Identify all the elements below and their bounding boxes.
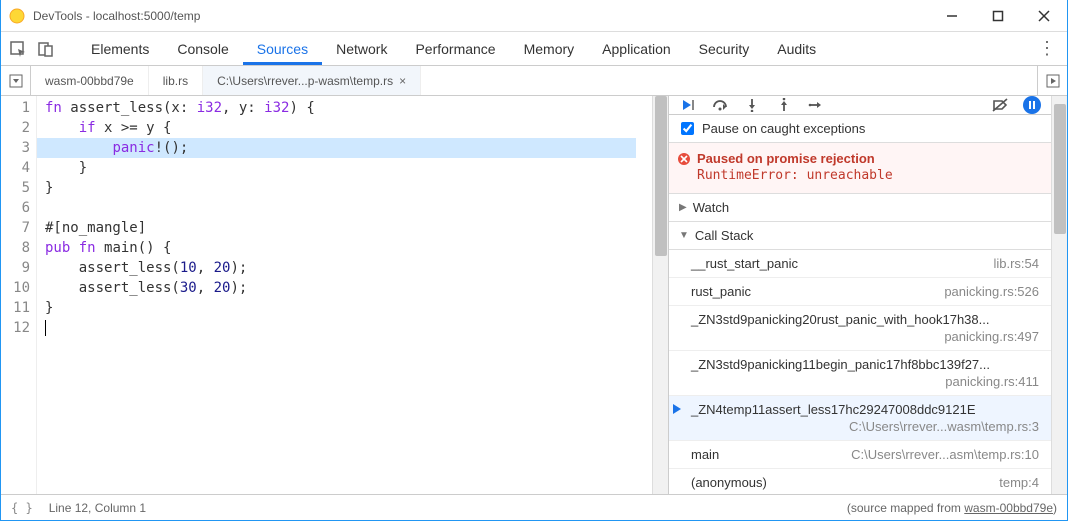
code-editor[interactable]: 123456789101112 fn assert_less(x: i32, y… bbox=[1, 96, 669, 494]
source-map-info: (source mapped from wasm-00bbd79e) bbox=[847, 501, 1057, 515]
device-toolbar-icon[interactable] bbox=[35, 38, 57, 60]
stack-frame[interactable]: _ZN3std9panicking11begin_panic17hf8bbc13… bbox=[669, 351, 1051, 396]
code-line bbox=[45, 198, 644, 218]
pause-reason-box: Paused on promise rejection RuntimeError… bbox=[669, 143, 1051, 194]
stack-frame[interactable]: __rust_start_panic lib.rs:54 bbox=[669, 250, 1051, 278]
callstack-label: Call Stack bbox=[695, 228, 754, 243]
close-button[interactable] bbox=[1021, 0, 1067, 32]
panel-scrollbar-thumb[interactable] bbox=[1054, 104, 1066, 234]
editor-scrollbar[interactable] bbox=[652, 96, 668, 494]
file-tab[interactable]: lib.rs bbox=[149, 66, 203, 95]
show-navigator-icon[interactable] bbox=[1, 66, 31, 95]
code-line: panic!(); bbox=[37, 138, 636, 158]
pause-caught-row[interactable]: Pause on caught exceptions bbox=[669, 115, 1051, 143]
callstack-list: __rust_start_paniclib.rs:54rust_panicpan… bbox=[669, 250, 1051, 494]
stack-frame-function: (anonymous) bbox=[691, 475, 767, 490]
watch-section-header[interactable]: ▶ Watch bbox=[669, 194, 1051, 222]
tab-sources[interactable]: Sources bbox=[243, 33, 322, 65]
pause-reason-subtitle: RuntimeError: unreachable bbox=[697, 168, 1039, 183]
step-icon[interactable] bbox=[807, 96, 825, 114]
cursor-position: Line 12, Column 1 bbox=[49, 501, 146, 515]
tab-network[interactable]: Network bbox=[322, 33, 401, 65]
show-debugger-icon[interactable] bbox=[1037, 66, 1067, 95]
source-map-link[interactable]: wasm-00bbd79e bbox=[964, 501, 1053, 515]
file-tab[interactable]: C:\Users\rrever...p-wasm\temp.rs × bbox=[203, 66, 421, 95]
workarea: 123456789101112 fn assert_less(x: i32, y… bbox=[1, 96, 1067, 494]
code-content[interactable]: fn assert_less(x: i32, y: i32) { if x >=… bbox=[37, 96, 652, 494]
line-gutter: 123456789101112 bbox=[1, 96, 37, 494]
file-tab[interactable]: wasm-00bbd79e bbox=[31, 66, 149, 95]
stack-frame[interactable]: rust_panic panicking.rs:526 bbox=[669, 278, 1051, 306]
stack-frame[interactable]: main C:\Users\rrever...asm\temp.rs:10 bbox=[669, 441, 1051, 469]
tab-console[interactable]: Console bbox=[163, 33, 242, 65]
code-line: } bbox=[45, 158, 644, 178]
code-line: } bbox=[45, 298, 644, 318]
pretty-print-icon[interactable]: { } bbox=[11, 501, 33, 515]
deactivate-breakpoints-icon[interactable] bbox=[991, 96, 1009, 114]
stack-frame-function: __rust_start_panic bbox=[691, 256, 798, 271]
window-title: DevTools - localhost:5000/temp bbox=[33, 9, 929, 23]
code-line bbox=[45, 318, 644, 338]
stack-frame-location: temp:4 bbox=[999, 475, 1039, 490]
minimize-button[interactable] bbox=[929, 0, 975, 32]
chevron-down-icon: ▼ bbox=[679, 230, 689, 241]
debugger-toolbar bbox=[669, 96, 1051, 115]
editor-scrollbar-thumb[interactable] bbox=[655, 96, 667, 256]
titlebar: DevTools - localhost:5000/temp bbox=[1, 0, 1067, 32]
stack-frame-location: panicking.rs:526 bbox=[944, 284, 1039, 299]
panel-scrollbar[interactable] bbox=[1051, 96, 1067, 494]
code-line: } bbox=[45, 178, 644, 198]
code-line: fn assert_less(x: i32, y: i32) { bbox=[45, 98, 644, 118]
tab-security[interactable]: Security bbox=[685, 33, 764, 65]
stack-frame-location: lib.rs:54 bbox=[993, 256, 1039, 271]
close-icon[interactable]: × bbox=[399, 74, 406, 88]
code-line: pub fn main() { bbox=[45, 238, 644, 258]
pause-exceptions-icon[interactable] bbox=[1023, 96, 1041, 114]
pause-reason-title: Paused on promise rejection bbox=[697, 151, 1039, 166]
stack-frame[interactable]: (anonymous) temp:4 bbox=[669, 469, 1051, 494]
resume-icon[interactable] bbox=[679, 96, 697, 114]
code-line: #[no_mangle] bbox=[45, 218, 644, 238]
tab-memory[interactable]: Memory bbox=[510, 33, 589, 65]
devtools-icon bbox=[9, 8, 25, 24]
tab-performance[interactable]: Performance bbox=[401, 33, 509, 65]
watch-label: Watch bbox=[693, 200, 729, 215]
stack-frame-function: _ZN3std9panicking20rust_panic_with_hook1… bbox=[691, 312, 1039, 327]
step-into-icon[interactable] bbox=[743, 96, 761, 114]
step-over-icon[interactable] bbox=[711, 96, 729, 114]
error-icon bbox=[677, 152, 691, 166]
step-out-icon[interactable] bbox=[775, 96, 793, 114]
stack-frame-function: _ZN4temp11assert_less17hc29247008ddc9121… bbox=[691, 402, 1039, 417]
callstack-section-header[interactable]: ▼ Call Stack bbox=[669, 222, 1051, 250]
stack-frame-function: _ZN3std9panicking11begin_panic17hf8bbc13… bbox=[691, 357, 1039, 372]
tab-application[interactable]: Application bbox=[588, 33, 685, 65]
code-line: if x >= y { bbox=[45, 118, 644, 138]
statusbar: { } Line 12, Column 1 (source mapped fro… bbox=[1, 494, 1067, 520]
file-tab-label: wasm-00bbd79e bbox=[45, 74, 134, 88]
stack-frame-location: panicking.rs:411 bbox=[945, 374, 1039, 389]
stack-frame[interactable]: _ZN4temp11assert_less17hc29247008ddc9121… bbox=[669, 396, 1051, 441]
inspect-icon[interactable] bbox=[7, 38, 29, 60]
code-line: assert_less(10, 20); bbox=[45, 258, 644, 278]
pause-caught-checkbox[interactable] bbox=[681, 122, 694, 135]
code-line: assert_less(30, 20); bbox=[45, 278, 644, 298]
pause-caught-label: Pause on caught exceptions bbox=[702, 121, 865, 136]
file-tabs-bar: wasm-00bbd79e lib.rs C:\Users\rrever...p-w… bbox=[1, 66, 1067, 96]
main-tabs-bar: ElementsConsoleSourcesNetworkPerformance… bbox=[1, 32, 1067, 66]
file-tab-label: C:\Users\rrever...p-wasm\temp.rs bbox=[217, 74, 393, 88]
tab-audits[interactable]: Audits bbox=[763, 33, 830, 65]
stack-frame-location: C:\Users\rrever...wasm\temp.rs:3 bbox=[849, 419, 1039, 434]
tab-elements[interactable]: Elements bbox=[77, 33, 163, 65]
window-controls bbox=[929, 0, 1067, 32]
stack-frame-function: rust_panic bbox=[691, 284, 751, 299]
more-icon[interactable]: ⋮ bbox=[1033, 38, 1061, 59]
stack-frame-function: main bbox=[691, 447, 719, 462]
stack-frame[interactable]: _ZN3std9panicking20rust_panic_with_hook1… bbox=[669, 306, 1051, 351]
file-tab-label: lib.rs bbox=[163, 74, 188, 88]
maximize-button[interactable] bbox=[975, 0, 1021, 32]
stack-frame-location: C:\Users\rrever...asm\temp.rs:10 bbox=[851, 447, 1039, 462]
stack-frame-location: panicking.rs:497 bbox=[944, 329, 1039, 344]
chevron-right-icon: ▶ bbox=[679, 202, 687, 213]
debugger-panel: Pause on caught exceptions Paused on pro… bbox=[669, 96, 1067, 494]
